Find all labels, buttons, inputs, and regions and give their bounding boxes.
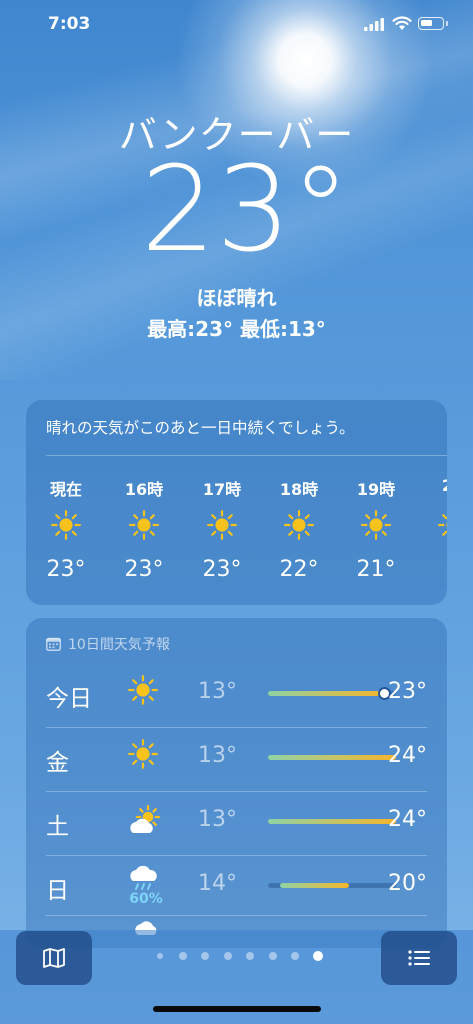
hour-label: 17時	[202, 480, 242, 499]
hour-temperature: 23°	[124, 557, 164, 582]
ten-day-forecast-card[interactable]: 10日間天気予報 今日 13° 23° 金 13° 24° 土 13° 24° …	[26, 618, 447, 948]
high-temperature: 23°	[388, 679, 427, 704]
battery-icon	[418, 17, 444, 30]
temperature-range-bar	[268, 883, 396, 888]
temperature-range-bar	[268, 689, 396, 698]
high-temperature: 24°	[388, 743, 427, 768]
hour-label: 20	[423, 476, 447, 498]
row-separator	[46, 855, 427, 856]
ten-day-title: 10日間天気予報	[68, 637, 170, 653]
list-icon	[408, 950, 430, 966]
hourly-summary: 晴れの天気がこのあと一日中続くでしょう。	[46, 419, 355, 437]
daily-row[interactable]: 金 13° 24°	[46, 727, 427, 789]
day-label: 土	[46, 814, 69, 840]
precipitation-chance: 60%	[129, 891, 163, 907]
hour-label: 16時	[124, 480, 164, 499]
current-condition: ほぼ晴れ	[196, 286, 277, 310]
sun-icon	[361, 510, 391, 540]
hourly-item: 20 2	[423, 476, 447, 582]
ten-day-header: 10日間天気予報	[46, 634, 170, 654]
location-list-button[interactable]	[381, 931, 457, 985]
row-separator	[46, 791, 427, 792]
temperature-range-fill	[268, 819, 396, 824]
hour-temperature: 2	[423, 557, 447, 582]
hourly-item: 現在 23°	[36, 476, 96, 582]
page-dot[interactable]	[268, 952, 277, 960]
status-time: 7:03	[48, 14, 91, 34]
page-dot[interactable]	[178, 952, 187, 960]
partly-cloudy-icon	[128, 803, 162, 837]
daily-row[interactable]: 日 60% 14° 20°	[46, 855, 427, 917]
cellular-signal-icon	[364, 18, 384, 31]
page-dot-active[interactable]	[312, 951, 323, 961]
temperature-range-fill	[268, 755, 396, 760]
page-dot[interactable]	[246, 952, 254, 960]
high-low-temperature: 最高:23° 最低:13°	[147, 317, 326, 341]
temperature-range-bar	[268, 819, 396, 824]
sun-icon	[284, 510, 314, 540]
temperature-range-bar	[268, 755, 396, 760]
sun-icon	[128, 675, 162, 709]
current-temperature: 23°	[140, 140, 351, 278]
row-separator	[46, 727, 427, 728]
daily-row[interactable]: 土 13° 24°	[46, 791, 427, 853]
temperature-range-fill	[279, 883, 350, 888]
hourly-item: 17時 23°	[192, 476, 252, 582]
calendar-icon	[46, 637, 61, 651]
page-dot[interactable]	[223, 952, 232, 960]
hour-label: 19時	[356, 480, 396, 499]
sun-icon	[129, 510, 159, 540]
day-label: 日	[46, 878, 69, 904]
status-bar: 7:03	[0, 0, 473, 50]
row-separator	[46, 915, 427, 916]
page-dot[interactable]	[291, 952, 299, 960]
day-label: 金	[46, 750, 69, 776]
hour-label: 18時	[279, 480, 319, 499]
home-indicator	[153, 1006, 321, 1012]
hour-temperature: 22°	[279, 557, 319, 582]
hour-temperature: 23°	[46, 557, 86, 582]
high-temperature: 20°	[388, 871, 427, 896]
temperature-range-fill	[268, 691, 385, 696]
hour-temperature: 21°	[356, 557, 396, 582]
low-temperature: 13°	[198, 807, 237, 832]
sun-icon	[207, 510, 237, 540]
hourly-forecast-card[interactable]: 晴れの天気がこのあと一日中続くでしょう。 現在 23° 16時 23° 17時 …	[26, 400, 447, 605]
low-temperature: 14°	[198, 871, 237, 896]
battery-cap	[446, 21, 448, 26]
sun-icon	[128, 739, 162, 773]
map-icon	[43, 948, 65, 968]
page-dot[interactable]	[157, 953, 163, 959]
map-button[interactable]	[16, 931, 92, 985]
hourly-item: 19時 21°	[346, 476, 406, 582]
page-dot[interactable]	[201, 952, 209, 960]
low-temperature: 13°	[198, 679, 237, 704]
hourly-item: 18時 22°	[269, 476, 329, 582]
daily-row[interactable]: 今日 13° 23°	[46, 663, 427, 725]
hour-temperature: 23°	[202, 557, 242, 582]
hourly-item: 16時 23°	[114, 476, 174, 582]
divider	[46, 455, 447, 456]
low-temperature: 13°	[198, 743, 237, 768]
day-label: 今日	[46, 686, 92, 712]
high-temperature: 24°	[388, 807, 427, 832]
sun-icon	[438, 510, 447, 540]
sun-icon	[51, 510, 81, 540]
hour-label: 現在	[49, 480, 82, 499]
wifi-icon	[392, 16, 412, 30]
